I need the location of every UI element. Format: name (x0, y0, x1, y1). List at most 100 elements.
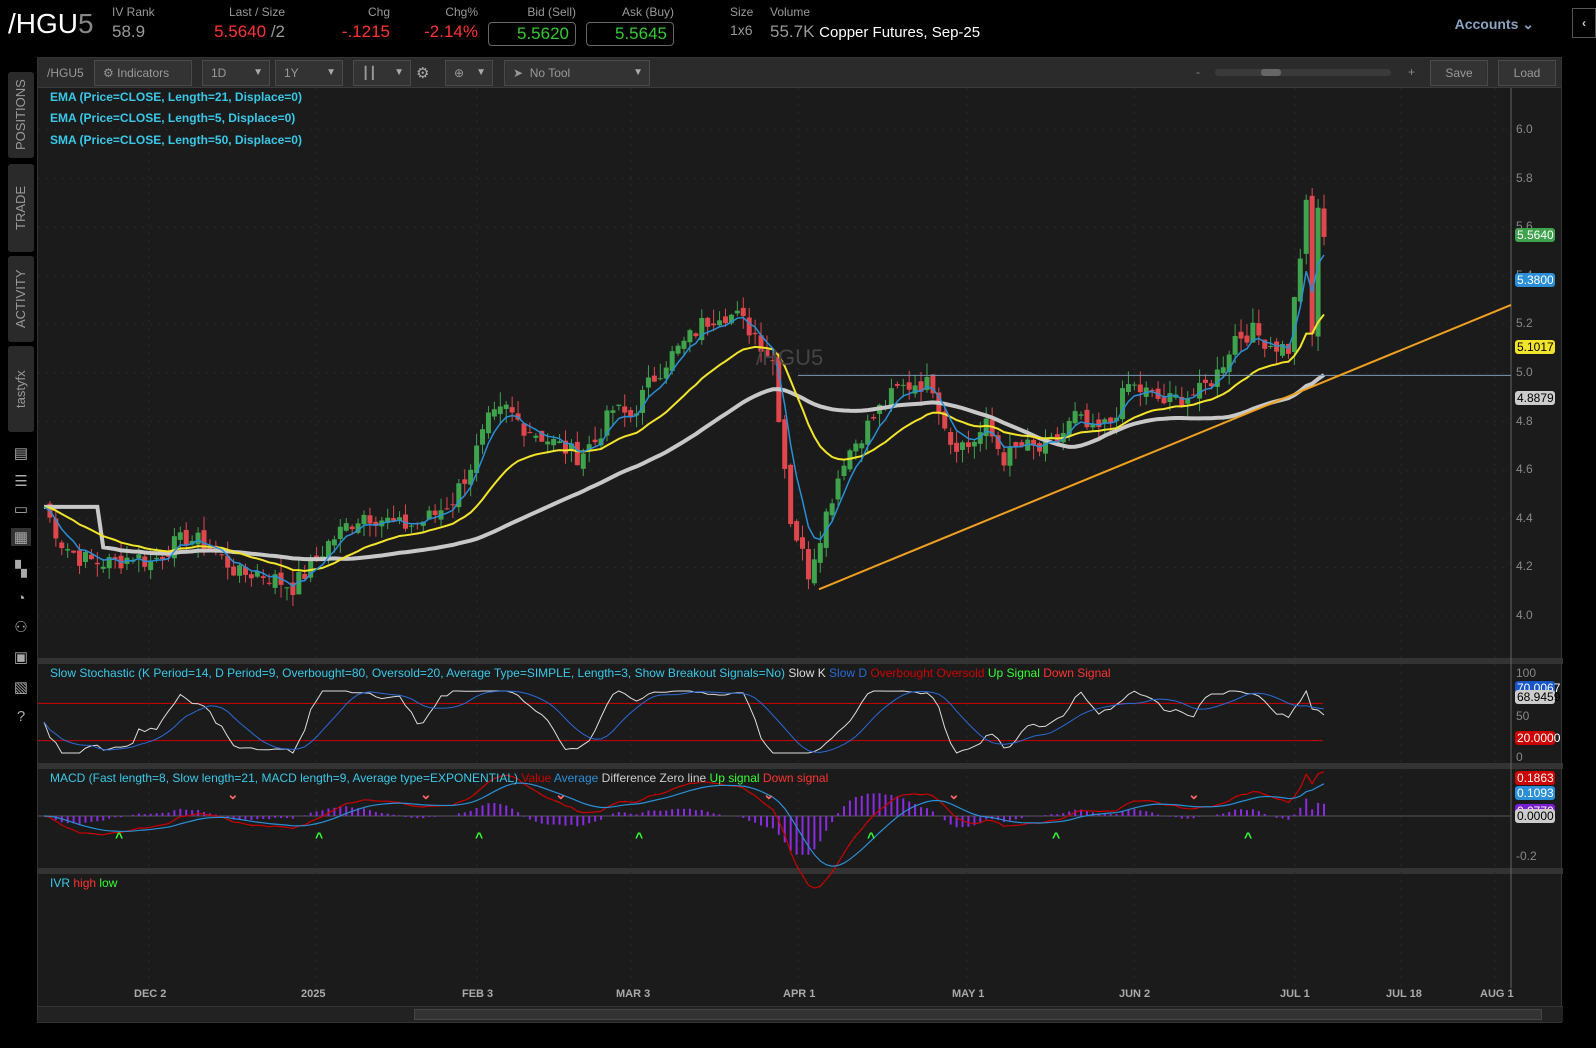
legend-slowk: Slow K (788, 666, 826, 680)
chevron-down-icon: ⌄ (1522, 16, 1534, 32)
bid-label: Bid (Sell) (527, 5, 576, 19)
candle (610, 410, 616, 413)
candle (1244, 335, 1250, 343)
date-tick: AUG 1 (1480, 988, 1514, 1000)
tab-trade[interactable]: TRADE (8, 164, 34, 252)
description: Copper Futures, Sep-25 (819, 24, 981, 41)
candle (817, 543, 823, 563)
scrollbar-thumb[interactable] (414, 1009, 1542, 1020)
candle (782, 419, 788, 469)
legend-difference: Difference (601, 771, 657, 785)
candle (622, 406, 628, 413)
fx-icon[interactable]: ▧ (11, 678, 31, 696)
candle (954, 442, 960, 452)
candle (77, 550, 83, 566)
calendar-icon[interactable]: ▣ (11, 648, 31, 666)
candle (349, 526, 355, 530)
candle (971, 441, 977, 447)
up-signal-arrow: ^ (1244, 829, 1252, 845)
iv-rank-label: IV Rank (112, 5, 155, 19)
news-icon[interactable]: ▤ (11, 444, 31, 462)
quote-header: /HGU5 IV Rank 58.9 Last / Size 5.5640 /2 C… (0, 0, 1596, 56)
chg: -.1215 (341, 22, 390, 41)
down-signal-arrow: ⌄ (555, 786, 567, 802)
date-tick: 2025 (301, 988, 326, 1000)
up-signal-arrow: ^ (475, 829, 483, 845)
last-price: 5.5640 (214, 22, 267, 41)
candle (491, 409, 497, 417)
accounts-dropdown[interactable]: Accounts ⌄ (1455, 16, 1534, 33)
volume: 55.7K (770, 22, 815, 41)
date-tick: JUN 2 (1119, 988, 1151, 1000)
legend-up-signal: Up Signal (987, 666, 1040, 680)
gauge-icon[interactable]: ◔ (11, 590, 31, 608)
down-signal-arrow: ⌄ (763, 786, 775, 802)
legend-low: low (99, 876, 118, 890)
tv-icon[interactable]: ▭ (11, 500, 31, 518)
ask-button[interactable]: 5.5645 (586, 22, 674, 46)
candle (557, 441, 563, 444)
study-ema21-label: EMA (Price=CLOSE, Length=21, Displace=0) (50, 90, 302, 104)
candle (859, 443, 865, 449)
candle (811, 559, 817, 584)
watermark: /HGU5 (756, 345, 824, 370)
chart-panel: /HGU5 ⚙ Indicators 1D ▼ 1Y ▼ ┃┃ ▼ ⚙ ⊕ ▼ ➤ No… (37, 57, 1563, 1024)
volume-label: Volume (770, 5, 811, 19)
list-icon[interactable]: ☰ (11, 472, 31, 490)
candle (574, 441, 580, 466)
sma50-tag: 4.8879 (1515, 391, 1555, 405)
candle (527, 432, 533, 434)
candle (154, 557, 160, 559)
help-icon[interactable]: ? (11, 708, 31, 726)
candle (675, 345, 681, 354)
candle (266, 582, 272, 584)
candle (1309, 195, 1315, 335)
oversold-tag: 20.0000 (1515, 731, 1561, 745)
date-tick: DEC 2 (134, 988, 167, 1000)
candle (82, 551, 88, 562)
candle (965, 442, 971, 448)
candle (805, 549, 811, 580)
candle (740, 307, 746, 317)
candle (71, 550, 77, 553)
ask-label: Ask (Buy) (621, 5, 674, 19)
candle (800, 537, 806, 549)
candle (1072, 411, 1078, 424)
community-icon[interactable]: ⚇ (11, 618, 31, 636)
candle (1161, 397, 1167, 404)
stochastic-legend: Slow Stochastic (K Period=14, D Period=9… (50, 666, 1111, 680)
candle (711, 323, 717, 326)
candle (1125, 384, 1131, 392)
chart-icon[interactable]: ▦ (11, 528, 31, 546)
up-signal-arrow: ^ (1052, 829, 1060, 845)
grid-icon[interactable]: ▚ (11, 560, 31, 578)
candle (894, 384, 900, 386)
price-tick: 6.0 (1516, 122, 1533, 136)
horizontal-scrollbar[interactable] (38, 1006, 1563, 1022)
candle (746, 317, 752, 336)
candle (657, 378, 663, 380)
avg-tag: 0.1093 (1515, 786, 1555, 800)
price-chart[interactable]: ⌄ ⌄ ⌄ ⌄ ⌄ ⌄ ^ ^ ^ ^ ^ ^ ^ (38, 58, 1563, 1024)
stoch-tick-50: 50 (1516, 709, 1530, 723)
candle (717, 320, 723, 326)
macd-legend: MACD (Fast length=8, Slow length=21, MAC… (50, 771, 828, 785)
symbol[interactable]: /HGU5 (8, 8, 94, 40)
candle (1268, 345, 1274, 347)
tab-tastyfx[interactable]: tastyfx (8, 346, 34, 432)
date-tick: JUL 1 (1280, 988, 1310, 1000)
candle (794, 521, 800, 541)
legend-overbought: Overbought (870, 666, 934, 680)
candle (752, 332, 758, 335)
legend-up: Up signal (709, 771, 760, 785)
tab-activity[interactable]: ACTIVITY (8, 256, 34, 342)
collapse-panel-button[interactable]: ‹ (1572, 8, 1596, 38)
bid-button[interactable]: 5.5620 (488, 22, 576, 46)
down-signal-arrow: ⌄ (420, 786, 432, 802)
sma50-line (44, 373, 1326, 562)
candle (260, 576, 266, 578)
candle (237, 565, 243, 576)
candle (651, 375, 657, 382)
size-label: Size (730, 5, 754, 19)
tab-positions[interactable]: POSITIONS (8, 72, 34, 158)
